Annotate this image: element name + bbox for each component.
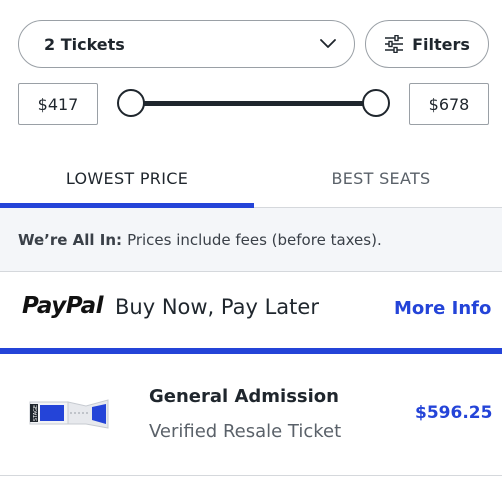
listing-section: General Admission <box>149 386 339 407</box>
min-price-value: $417 <box>37 94 79 114</box>
max-price-field[interactable]: $678 <box>409 83 489 125</box>
tab-best-seats[interactable]: BEST SEATS <box>254 158 502 198</box>
tab-label: LOWEST PRICE <box>65 168 189 188</box>
filters-label: Filters <box>412 34 470 54</box>
paypal-logo: PayPal <box>22 293 103 319</box>
listing-divider <box>0 475 502 476</box>
ticket-icon: STAGE <box>28 396 110 432</box>
filters-button[interactable]: Filters <box>365 20 489 68</box>
max-price-value: $678 <box>428 94 470 114</box>
min-price-field[interactable]: $417 <box>18 83 98 125</box>
sliders-icon <box>384 35 404 53</box>
more-info-link[interactable]: More Info <box>394 298 491 319</box>
tab-label: BEST SEATS <box>331 168 431 188</box>
notice-text: Prices include fees (before taxes). <box>127 230 382 249</box>
promo-divider <box>0 348 502 354</box>
all-in-pricing-notice: We’re All In: Prices include fees (befor… <box>0 208 502 272</box>
price-range-track[interactable] <box>131 101 376 106</box>
chevron-down-icon <box>320 39 336 49</box>
listing-ticket-type: Verified Resale Ticket <box>149 421 342 442</box>
min-price-handle[interactable] <box>117 89 145 117</box>
ticket-quantity-value: 2 Tickets <box>44 34 125 54</box>
notice-heading: We’re All In: <box>18 230 123 249</box>
tab-lowest-price[interactable]: LOWEST PRICE <box>0 158 254 198</box>
listing-price: $596.25 <box>415 403 493 423</box>
max-price-handle[interactable] <box>362 89 390 117</box>
ticket-stage-text: STAGE <box>33 405 39 421</box>
promo-text: Buy Now, Pay Later <box>115 295 319 319</box>
ticket-quantity-select[interactable]: 2 Tickets <box>18 20 355 68</box>
